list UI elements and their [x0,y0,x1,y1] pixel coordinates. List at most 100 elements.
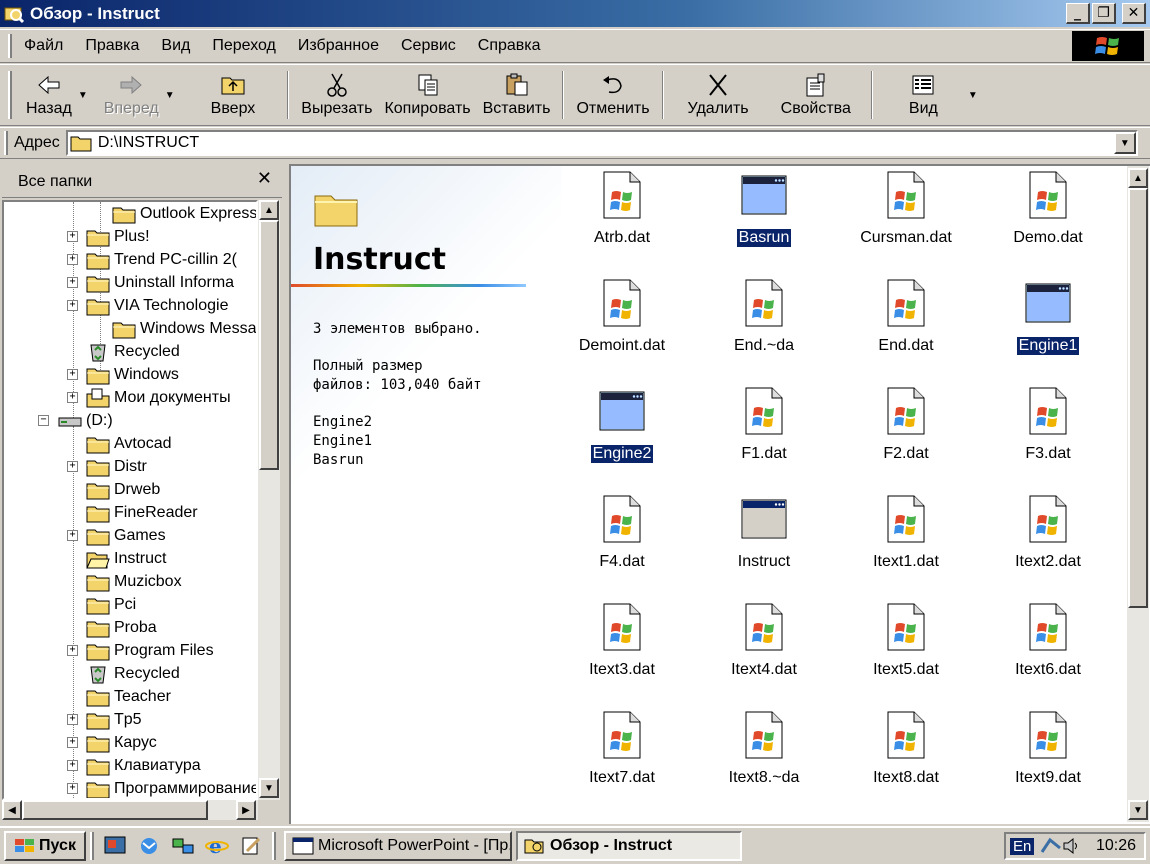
file-item[interactable]: Itext9.dat [983,710,1113,787]
scroll-down-button[interactable]: ▼ [259,778,279,798]
tree-item[interactable]: Pci [86,593,136,616]
file-item[interactable]: End.dat [841,278,971,355]
menu-tools[interactable]: Сервис [401,37,456,55]
tree-item[interactable]: + Клавиатура [67,754,201,777]
expand-button[interactable]: + [67,645,78,656]
menu-file[interactable]: Файл [24,37,63,55]
tree-item[interactable]: Muzicbox [86,570,182,593]
address-dropdown-button[interactable]: ▼ [1113,132,1136,154]
scroll-right-button[interactable]: ▶ [236,800,256,820]
scroll-left-button[interactable]: ◀ [2,800,22,820]
scroll-up-button[interactable]: ▲ [259,200,279,220]
tree-item[interactable]: + Trend PC-cillin 2( [67,248,237,271]
folders-pane-close-button[interactable]: ✕ [257,168,272,189]
cut-button[interactable]: Вырезать [295,65,378,125]
file-item[interactable]: Engine1 [983,278,1113,355]
tree-item[interactable]: + Distr [67,455,147,478]
tree-item[interactable]: Proba [86,616,157,639]
tree-item[interactable]: + Карус [67,731,157,754]
scroll-up-button[interactable]: ▲ [1128,168,1148,188]
expand-button[interactable]: + [67,760,78,771]
task-powerpoint[interactable]: Microsoft PowerPoint - [Пр... [284,831,512,861]
copy-button[interactable]: Копировать [378,65,476,125]
tree-item[interactable]: + Мои документы [67,386,231,409]
tree-item[interactable]: + Tp5 [67,708,142,731]
file-item[interactable]: F2.dat [841,386,971,463]
folder-tree-vertical-scrollbar[interactable]: ▲ ▼ [258,200,280,800]
up-button[interactable]: Вверх [185,65,282,125]
start-button[interactable]: Пуск [4,831,86,861]
taskbar-grip[interactable] [272,832,276,860]
tree-item[interactable]: Recycled [86,340,180,363]
task-explorer[interactable]: Обзор - Instruct [516,831,742,861]
file-item[interactable]: Cursman.dat [841,170,971,247]
file-item[interactable]: Itext8.~da [699,710,829,787]
tree-item[interactable]: + Программирование [67,777,256,798]
scroll-thumb[interactable] [259,220,279,470]
properties-button[interactable]: Свойства [767,65,865,125]
menu-grip[interactable] [8,34,12,58]
show-desktop-icon[interactable] [101,833,129,859]
address-field[interactable]: D:\INSTRUCT ▼ [65,130,1138,156]
tree-item[interactable]: + Uninstall Informa [67,271,234,294]
scroll-thumb[interactable] [1128,188,1148,608]
taskbar-grip[interactable] [90,832,94,860]
minimize-button[interactable]: _ [1066,3,1090,24]
file-item[interactable]: End.~da [699,278,829,355]
tree-item[interactable]: Outlook Express [112,202,256,225]
expand-button[interactable]: + [67,300,78,311]
scroll-thumb[interactable] [22,800,208,820]
clock[interactable]: 10:26 [1096,837,1136,855]
expand-button[interactable]: + [67,737,78,748]
tools-icon[interactable] [237,833,265,859]
expand-button[interactable]: + [67,231,78,242]
tree-item[interactable]: Windows Messa [112,317,256,340]
tree-item[interactable]: Instruct [86,547,166,570]
tree-item[interactable]: − (D:) [38,409,113,432]
tree-item[interactable]: + Program Files [67,639,214,662]
forward-button[interactable]: Вперед [98,65,165,125]
menu-edit[interactable]: Правка [85,37,139,55]
file-item[interactable]: Instruct [699,494,829,571]
network-status-icon[interactable] [1040,836,1062,856]
internet-explorer-icon[interactable]: e [203,833,231,859]
forward-dropdown[interactable]: ▼ [165,65,185,125]
tree-item[interactable]: Drweb [86,478,160,501]
menu-help[interactable]: Справка [478,37,541,55]
view-button[interactable]: Вид [879,65,968,125]
toolbar-grip[interactable] [8,71,12,119]
menu-view[interactable]: Вид [161,37,190,55]
collapse-button[interactable]: − [38,415,49,426]
volume-icon[interactable] [1062,836,1080,856]
tree-item[interactable]: Avtocad [86,432,172,455]
network-icon[interactable] [169,833,197,859]
maximize-button[interactable]: ❐ [1092,3,1116,24]
file-item[interactable]: Demo.dat [983,170,1113,247]
file-item[interactable]: Engine2 [557,386,687,464]
expand-button[interactable]: + [67,369,78,380]
view-dropdown[interactable]: ▼ [968,65,988,125]
tree-item[interactable]: + VIA Technologie [67,294,228,317]
expand-button[interactable]: + [67,254,78,265]
file-item[interactable]: F3.dat [983,386,1113,463]
language-indicator[interactable]: En [1010,837,1035,855]
file-item[interactable]: Itext6.dat [983,602,1113,679]
close-button[interactable]: ✕ [1122,3,1146,24]
folder-tree-horizontal-scrollbar[interactable]: ◀ ▶ [2,800,258,820]
file-item[interactable]: Itext4.dat [699,602,829,679]
tree-item[interactable]: + Plus! [67,225,150,248]
file-item[interactable]: Demoint.dat [557,278,687,355]
tree-item[interactable]: FineReader [86,501,198,524]
file-item[interactable]: Itext7.dat [557,710,687,787]
file-item[interactable]: Itext5.dat [841,602,971,679]
file-item[interactable]: Basrun [699,170,829,247]
back-button[interactable]: Назад [20,65,78,125]
tree-item[interactable]: Teacher [86,685,171,708]
file-item[interactable]: Itext3.dat [557,602,687,679]
paste-button[interactable]: Вставить [477,65,557,125]
tree-item[interactable]: + Games [67,524,166,547]
file-item[interactable]: Itext8.dat [841,710,971,787]
expand-button[interactable]: + [67,714,78,725]
title-bar[interactable]: Обзор - Instruct _ ❐ ✕ [0,0,1150,27]
expand-button[interactable]: + [67,461,78,472]
